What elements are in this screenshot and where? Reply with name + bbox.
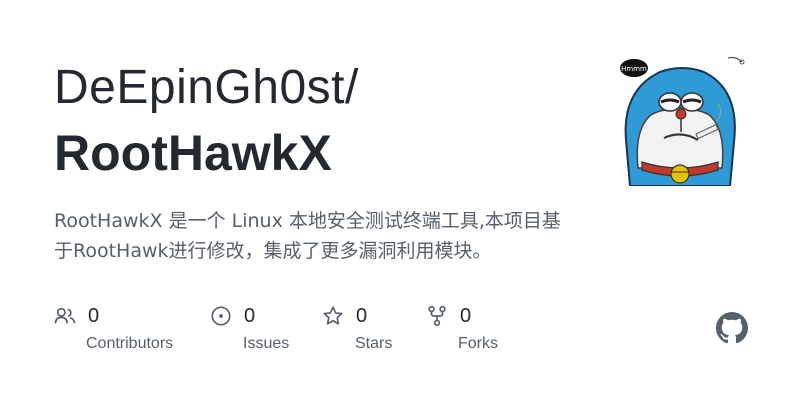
stat-forks[interactable]: 0 Forks: [426, 304, 498, 352]
doraemon-avatar-icon: Hmmm: [620, 56, 745, 186]
contributors-count: 0: [88, 304, 100, 327]
contributors-label: Contributors: [86, 335, 174, 352]
forks-count: 0: [460, 304, 472, 327]
stat-contributors[interactable]: 0 Contributors: [54, 304, 173, 352]
issues-label: Issues: [243, 335, 290, 352]
repo-name[interactable]: RootHawkX: [54, 122, 332, 184]
stars-label: Stars: [355, 335, 393, 352]
repo-description: RootHawkX 是一个 Linux 本地安全测试终端工具,本项目基于Root…: [54, 210, 561, 262]
repo-social-card: DeEpinGh0st/ RootHawkX RootHawkX 是一个 Lin…: [0, 0, 800, 400]
github-logo-icon[interactable]: [716, 312, 748, 344]
forks-label: Forks: [458, 335, 498, 352]
owner-avatar[interactable]: Hmmm: [612, 50, 748, 186]
repo-owner[interactable]: DeEpinGh0st/: [54, 58, 359, 118]
people-icon: [54, 307, 76, 324]
issue-circle-icon: [211, 306, 231, 326]
avatar-badge-text: Hmmm: [621, 65, 647, 73]
stat-stars[interactable]: 0 Stars: [322, 304, 392, 352]
issues-count: 0: [244, 304, 256, 327]
fork-icon: [428, 305, 446, 327]
stars-count: 0: [356, 304, 368, 327]
stat-issues[interactable]: 0 Issues: [210, 304, 289, 352]
star-icon: [323, 306, 343, 325]
